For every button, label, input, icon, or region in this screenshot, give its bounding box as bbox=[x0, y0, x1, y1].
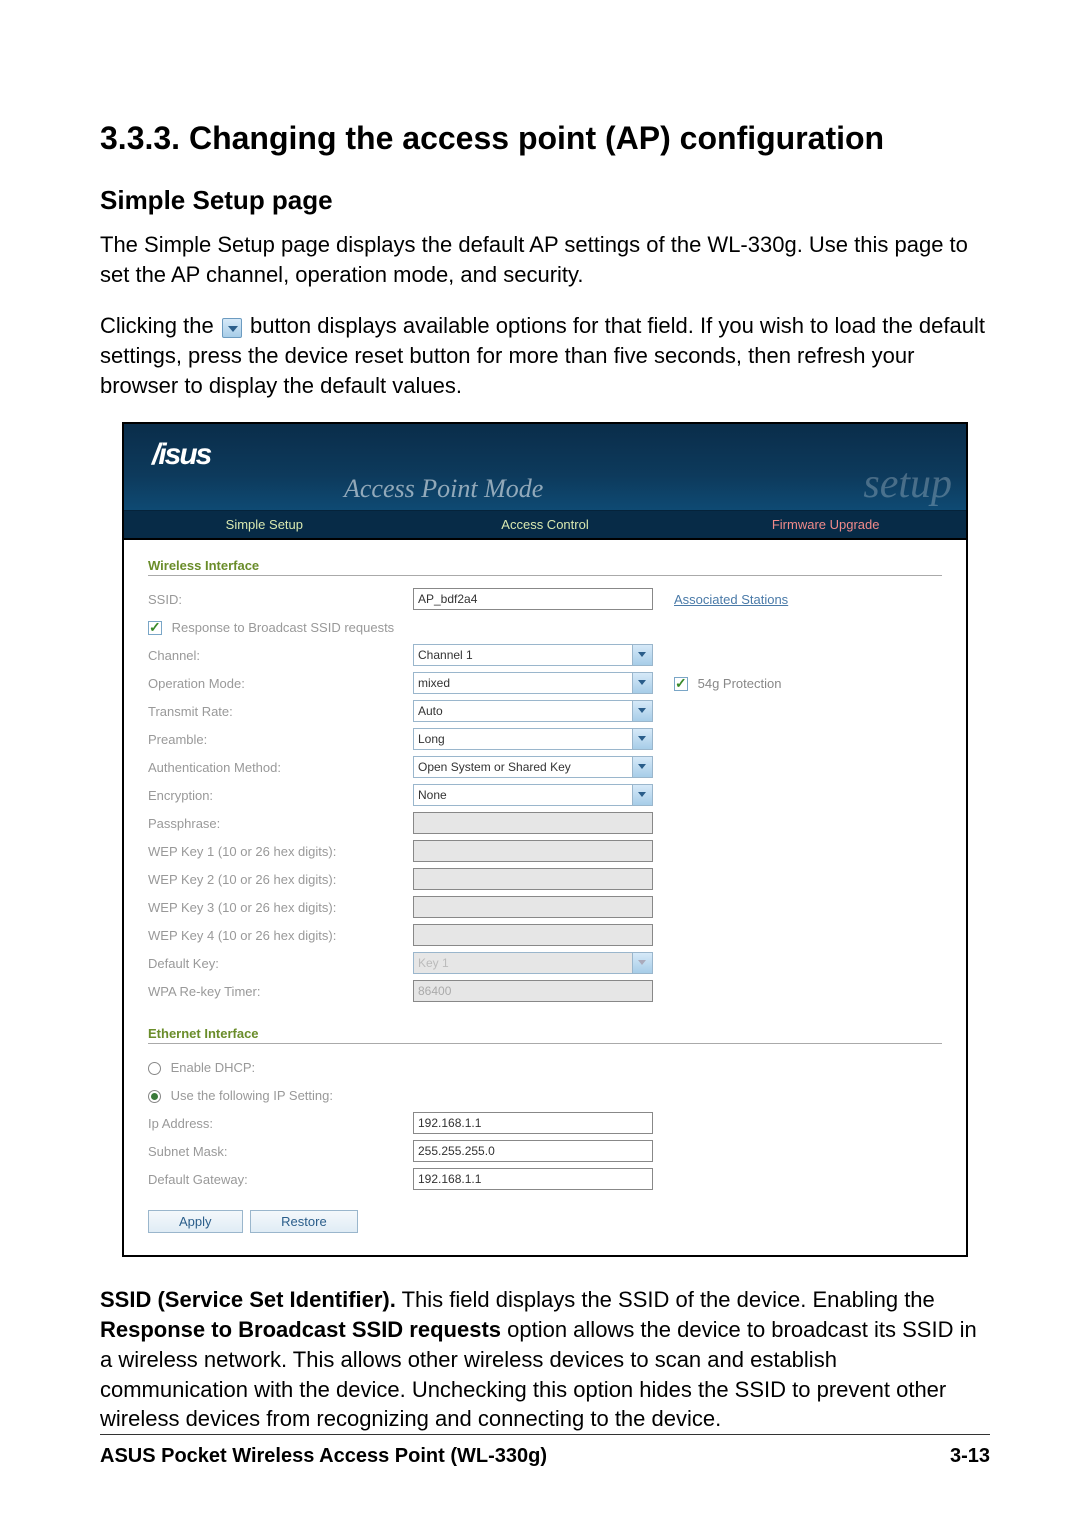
screenshot-header: /isus Access Point Mode setup bbox=[124, 424, 966, 510]
wep2-label: WEP Key 2 (10 or 26 hex digits): bbox=[148, 872, 413, 887]
opmode-label: Operation Mode: bbox=[148, 676, 413, 691]
wep4-input[interactable] bbox=[413, 924, 653, 946]
enable-dhcp-radio[interactable] bbox=[148, 1062, 161, 1075]
ethernet-section-header: Ethernet Interface bbox=[148, 1018, 942, 1044]
header-watermark: setup bbox=[863, 460, 952, 508]
ssid-label: SSID: bbox=[148, 592, 413, 607]
chevron-down-icon bbox=[632, 953, 652, 973]
channel-select[interactable]: Channel 1 bbox=[413, 644, 653, 666]
ip-label: Ip Address: bbox=[148, 1116, 413, 1131]
section-heading: Changing the access point (AP) configura… bbox=[189, 120, 884, 156]
ssid-t1: This field displays the SSID of the devi… bbox=[396, 1287, 935, 1312]
subheading: Simple Setup page bbox=[100, 185, 990, 216]
chevron-down-icon bbox=[632, 673, 652, 693]
defkey-label: Default Key: bbox=[148, 956, 413, 971]
channel-label: Channel: bbox=[148, 648, 413, 663]
config-body: Wireless Interface SSID: Associated Stat… bbox=[124, 540, 966, 1255]
chevron-down-icon bbox=[632, 729, 652, 749]
preamble-select[interactable]: Long bbox=[413, 728, 653, 750]
chevron-down-icon bbox=[632, 757, 652, 777]
wep1-input[interactable] bbox=[413, 840, 653, 862]
config-screenshot: /isus Access Point Mode setup Simple Set… bbox=[122, 422, 968, 1257]
section-number: 3.3.3. bbox=[100, 120, 180, 156]
paragraph-2: Clicking the button displays available o… bbox=[100, 311, 990, 400]
page-footer: ASUS Pocket Wireless Access Point (WL-33… bbox=[100, 1434, 990, 1468]
p2-text-a: Clicking the bbox=[100, 313, 220, 338]
chevron-down-icon bbox=[632, 645, 652, 665]
tab-simple-setup[interactable]: Simple Setup bbox=[124, 511, 405, 538]
wireless-section-header: Wireless Interface bbox=[148, 550, 942, 576]
asus-logo: /isus bbox=[152, 438, 210, 472]
mask-input[interactable] bbox=[413, 1140, 653, 1162]
wep2-input[interactable] bbox=[413, 868, 653, 890]
passphrase-label: Passphrase: bbox=[148, 816, 413, 831]
broadcast-ssid-label: Response to Broadcast SSID requests bbox=[172, 620, 395, 635]
footer-product: ASUS Pocket Wireless Access Point (WL-33… bbox=[100, 1445, 547, 1468]
preamble-label: Preamble: bbox=[148, 732, 413, 747]
54g-protection-checkbox[interactable] bbox=[674, 677, 688, 691]
mask-label: Subnet Mask: bbox=[148, 1144, 413, 1159]
footer-page-number: 3-13 bbox=[950, 1445, 990, 1468]
use-ip-radio[interactable] bbox=[148, 1090, 161, 1103]
ssid-input[interactable] bbox=[413, 588, 653, 610]
auth-label: Authentication Method: bbox=[148, 760, 413, 775]
associated-stations-link[interactable]: Associated Stations bbox=[674, 592, 788, 607]
tab-access-control[interactable]: Access Control bbox=[405, 511, 686, 538]
wpa-label: WPA Re-key Timer: bbox=[148, 984, 413, 999]
broadcast-ssid-checkbox[interactable] bbox=[148, 621, 162, 635]
apply-button[interactable]: Apply bbox=[148, 1210, 243, 1233]
54g-protection-label: 54g Protection bbox=[698, 676, 782, 691]
wep1-label: WEP Key 1 (10 or 26 hex digits): bbox=[148, 844, 413, 859]
ssid-explanation: SSID (Service Set Identifier). This fiel… bbox=[100, 1285, 990, 1433]
wep3-input[interactable] bbox=[413, 896, 653, 918]
wep4-label: WEP Key 4 (10 or 26 hex digits): bbox=[148, 928, 413, 943]
wep3-label: WEP Key 3 (10 or 26 hex digits): bbox=[148, 900, 413, 915]
tab-bar: Simple Setup Access Control Firmware Upg… bbox=[124, 510, 966, 540]
gw-label: Default Gateway: bbox=[148, 1172, 413, 1187]
gw-input[interactable] bbox=[413, 1168, 653, 1190]
chevron-down-icon bbox=[632, 701, 652, 721]
enc-select[interactable]: None bbox=[413, 784, 653, 806]
paragraph-1: The Simple Setup page displays the defau… bbox=[100, 230, 990, 289]
txrate-select[interactable]: Auto bbox=[413, 700, 653, 722]
ssid-bold2: Response to Broadcast SSID requests bbox=[100, 1317, 501, 1342]
defkey-select[interactable]: Key 1 bbox=[413, 952, 653, 974]
auth-select[interactable]: Open System or Shared Key bbox=[413, 756, 653, 778]
header-subtitle: Access Point Mode bbox=[344, 474, 543, 504]
dropdown-icon bbox=[222, 318, 242, 338]
txrate-label: Transmit Rate: bbox=[148, 704, 413, 719]
chevron-down-icon bbox=[632, 785, 652, 805]
ip-input[interactable] bbox=[413, 1112, 653, 1134]
section-title: 3.3.3. Changing the access point (AP) co… bbox=[100, 120, 990, 157]
enable-dhcp-label: Enable DHCP: bbox=[171, 1060, 256, 1075]
enc-label: Encryption: bbox=[148, 788, 413, 803]
wpa-input[interactable] bbox=[413, 980, 653, 1002]
tab-firmware-upgrade[interactable]: Firmware Upgrade bbox=[685, 511, 966, 538]
ssid-bold1: SSID (Service Set Identifier). bbox=[100, 1287, 396, 1312]
opmode-select[interactable]: mixed bbox=[413, 672, 653, 694]
restore-button[interactable]: Restore bbox=[250, 1210, 358, 1233]
passphrase-input[interactable] bbox=[413, 812, 653, 834]
use-ip-label: Use the following IP Setting: bbox=[171, 1088, 333, 1103]
